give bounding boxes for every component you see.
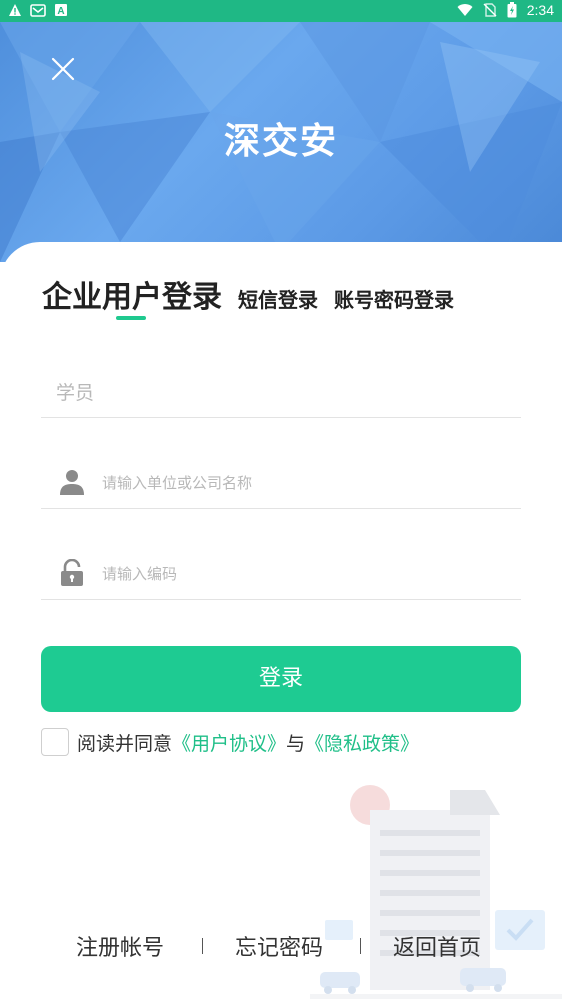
tab-enterprise-login[interactable]: 企业用户登录 xyxy=(42,272,222,316)
login-tabs: 企业用户登录 短信登录 账号密码登录 xyxy=(42,272,454,316)
footer-links: 注册帐号 忘记密码 返回首页 xyxy=(0,930,562,970)
user-agreement-link[interactable]: 《用户协议》 xyxy=(172,729,286,756)
back-home-link[interactable]: 返回首页 xyxy=(393,930,481,962)
active-tab-indicator xyxy=(116,316,146,320)
company-name-input[interactable]: 请输入单位或公司名称 xyxy=(41,455,521,509)
app-title: 深交安 xyxy=(223,121,338,162)
code-placeholder: 请输入编码 xyxy=(102,565,178,583)
header-banner: 深交安 xyxy=(0,22,562,262)
tab-password-login[interactable]: 账号密码登录 xyxy=(334,284,454,313)
warning-icon xyxy=(9,4,21,16)
no-sim-icon xyxy=(483,3,497,17)
status-bar-left: A xyxy=(8,3,68,17)
close-icon[interactable] xyxy=(46,52,80,86)
role-placeholder: 学员 xyxy=(56,382,95,404)
agreement-conjunction: 与 xyxy=(286,732,306,755)
mail-icon xyxy=(30,4,46,17)
register-link[interactable]: 注册帐号 xyxy=(76,930,164,962)
login-button[interactable]: 登录 xyxy=(41,646,521,712)
footer-separator xyxy=(360,938,361,954)
agreement-checkbox[interactable] xyxy=(41,728,69,756)
tab-sms-login[interactable]: 短信登录 xyxy=(238,284,318,313)
privacy-policy-link[interactable]: 《隐私政策》 xyxy=(305,729,419,756)
wifi-icon xyxy=(457,4,473,17)
status-time: 2:34 xyxy=(526,2,554,18)
status-bar: A 2:34 xyxy=(0,0,562,22)
battery-charging-icon xyxy=(507,2,517,18)
code-input[interactable]: 请输入编码 xyxy=(41,546,521,600)
agreement-row: 阅读并同意 《用户协议》 与 《隐私政策》 xyxy=(41,728,419,756)
agreement-prefix: 阅读并同意 xyxy=(77,732,173,755)
company-placeholder: 请输入单位或公司名称 xyxy=(102,474,253,492)
status-bar-right: 2:34 xyxy=(457,2,554,18)
lock-icon xyxy=(61,559,83,586)
svg-text:A: A xyxy=(57,6,64,17)
role-select-field[interactable]: 学员 xyxy=(41,364,521,418)
forgot-password-link[interactable]: 忘记密码 xyxy=(235,930,323,962)
text-a-icon: A xyxy=(55,4,67,17)
user-icon xyxy=(60,470,84,495)
footer-separator xyxy=(202,938,203,954)
